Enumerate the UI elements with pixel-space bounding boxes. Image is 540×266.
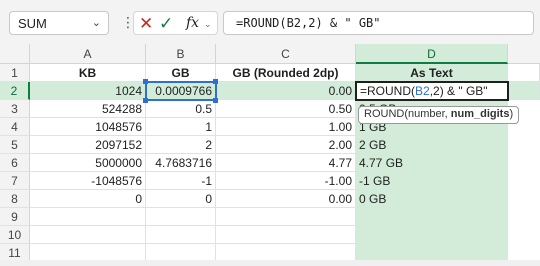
tooltip-close-paren: ) xyxy=(509,108,514,120)
tooltip-function: ROUND(number, xyxy=(364,108,451,120)
cell-d2-editor[interactable]: =ROUND(B2,2) & " GB" xyxy=(355,81,509,101)
column-header-b[interactable]: B xyxy=(146,44,216,64)
cell[interactable] xyxy=(216,226,356,244)
function-tooltip: ROUND(number, num_digits) xyxy=(358,106,520,124)
cell-d9[interactable] xyxy=(356,208,508,226)
name-box-value: SUM xyxy=(18,16,47,31)
cell-c5[interactable]: 2.00 xyxy=(216,136,356,154)
cell-b5[interactable]: 2 xyxy=(146,136,216,154)
column-header-a[interactable]: A xyxy=(30,44,146,64)
cell-c8[interactable]: 0.00 xyxy=(216,190,356,208)
column-header-e[interactable] xyxy=(508,44,540,64)
cell[interactable] xyxy=(508,64,540,82)
cell[interactable] xyxy=(216,208,356,226)
cell[interactable] xyxy=(146,226,216,244)
cell-a8[interactable]: 0 xyxy=(30,190,146,208)
horizontal-scrollbar[interactable] xyxy=(0,260,540,266)
column-header-c[interactable]: C xyxy=(216,44,356,64)
row-header-3[interactable]: 3 xyxy=(0,100,30,118)
row-header-8[interactable]: 8 xyxy=(0,190,30,208)
row-header-7[interactable]: 7 xyxy=(0,172,30,190)
cell-a3[interactable]: 524288 xyxy=(30,100,146,118)
header-cell-as-text[interactable]: As Text xyxy=(356,64,508,82)
cell-reference-b2: B2 xyxy=(415,84,430,98)
cell-a4[interactable]: 1048576 xyxy=(30,118,146,136)
cell-c6[interactable]: 4.77 xyxy=(216,154,356,172)
header-cell-gb-rounded[interactable]: GB (Rounded 2dp) xyxy=(216,64,356,82)
cell[interactable] xyxy=(146,208,216,226)
chevron-down-icon[interactable]: ⌄ xyxy=(92,16,101,29)
resize-handle[interactable] xyxy=(143,79,148,84)
cell-c2[interactable]: 0.00 xyxy=(216,82,356,100)
cell-b3[interactable]: 0.5 xyxy=(146,100,216,118)
cell-e2[interactable] xyxy=(508,82,540,100)
cancel-icon[interactable]: ✕ xyxy=(139,14,153,34)
resize-handle[interactable] xyxy=(143,98,148,103)
cell-d7[interactable]: -1 GB xyxy=(356,172,508,190)
cell-a7[interactable]: -1048576 xyxy=(30,172,146,190)
cell-c7[interactable]: -1.00 xyxy=(216,172,356,190)
select-all-corner[interactable] xyxy=(0,44,30,64)
name-box[interactable]: SUM ⌄ xyxy=(9,11,109,35)
formula-prefix: =ROUND( xyxy=(360,84,416,98)
cell-d5[interactable]: 2 GB xyxy=(356,136,508,154)
cell-d8[interactable]: 0 GB xyxy=(356,190,508,208)
row-header-1[interactable]: 1 xyxy=(0,64,30,82)
header-cell-gb[interactable]: GB xyxy=(146,64,216,82)
row-header-10[interactable]: 10 xyxy=(0,226,30,244)
cell-b8[interactable]: 0 xyxy=(146,190,216,208)
cell-b4[interactable]: 1 xyxy=(146,118,216,136)
cell-a5[interactable]: 2097152 xyxy=(30,136,146,154)
row-header-6[interactable]: 6 xyxy=(0,154,30,172)
cell-d10[interactable] xyxy=(356,226,508,244)
formula-suffix: ,2) & " GB" xyxy=(429,84,488,98)
formula-actions: ✕ ✓ fx ⌄ xyxy=(133,11,218,35)
resize-handle[interactable] xyxy=(213,98,218,103)
cell-b7[interactable]: -1 xyxy=(146,172,216,190)
cell[interactable] xyxy=(30,208,146,226)
formula-text: =ROUND(B2,2) & " GB" xyxy=(236,16,381,30)
chevron-down-icon[interactable]: ⌄ xyxy=(204,19,212,30)
row-header-9[interactable]: 9 xyxy=(0,208,30,226)
tooltip-current-arg[interactable]: num_digits xyxy=(451,108,510,120)
row-header-4[interactable]: 4 xyxy=(0,118,30,136)
cell[interactable] xyxy=(30,226,146,244)
row-header-2[interactable]: 2 xyxy=(0,82,30,100)
resize-handle[interactable] xyxy=(213,79,218,84)
header-cell-kb[interactable]: KB xyxy=(30,64,146,82)
cell-d6[interactable]: 4.77 GB xyxy=(356,154,508,172)
reference-highlight-b2 xyxy=(145,81,217,101)
formula-input[interactable]: =ROUND(B2,2) & " GB" xyxy=(223,11,534,35)
insert-function-icon[interactable]: fx xyxy=(186,15,199,31)
row-header-5[interactable]: 5 xyxy=(0,136,30,154)
column-header-d[interactable]: D xyxy=(356,44,508,64)
cell-b6[interactable]: 4.7683716 xyxy=(146,154,216,172)
formula-bar: SUM ⌄ ⋮ ✕ ✓ fx ⌄ =ROUND(B2,2) & " GB" xyxy=(0,0,540,44)
cell-a6[interactable]: 5000000 xyxy=(30,154,146,172)
cell-c3[interactable]: 0.50 xyxy=(216,100,356,118)
enter-icon[interactable]: ✓ xyxy=(159,14,173,34)
cell-a2[interactable]: 1024 xyxy=(30,82,146,100)
cell-c4[interactable]: 1.00 xyxy=(216,118,356,136)
